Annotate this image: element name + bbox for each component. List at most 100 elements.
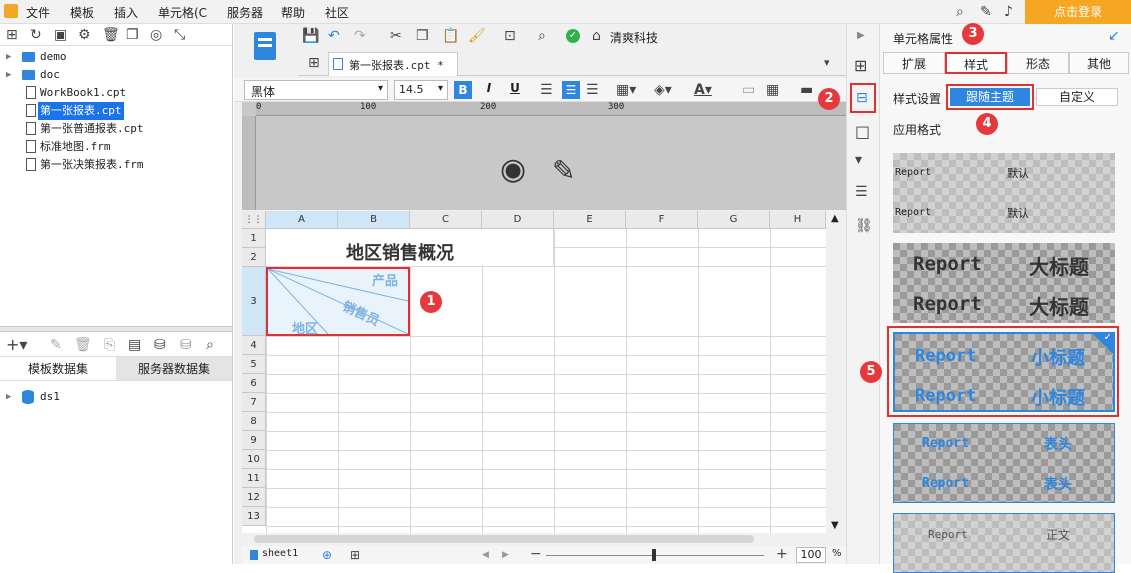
check-icon[interactable]: ✓ xyxy=(566,29,580,43)
tab-template-dataset[interactable]: 模板数据集 xyxy=(0,357,116,381)
bell-icon[interactable]: ♪ xyxy=(1004,4,1013,20)
tree-file-standard-map[interactable]: 标准地图.frm xyxy=(0,138,232,156)
tab-extend[interactable]: 扩展 xyxy=(883,52,945,74)
menu-cell[interactable]: 单元格(C xyxy=(158,4,207,21)
splitter[interactable] xyxy=(234,102,242,560)
menu-template[interactable]: 模板 xyxy=(70,4,94,21)
merge-icon[interactable]: ▭ xyxy=(742,82,755,98)
expand-icon[interactable]: ▶ xyxy=(6,388,11,406)
paste-icon[interactable]: 📋 xyxy=(442,28,459,44)
collapse-right-icon[interactable]: ▶ xyxy=(857,28,865,44)
condition-icon[interactable]: ☰ xyxy=(855,184,868,200)
row-header-6[interactable]: 6 xyxy=(242,374,266,393)
row-header-7[interactable]: 7 xyxy=(242,393,266,412)
zoom-out-icon[interactable]: − xyxy=(530,546,542,562)
column-header-c[interactable]: C xyxy=(410,211,482,229)
copy-icon[interactable]: ❐ xyxy=(126,27,139,43)
pin-icon[interactable]: ↙ xyxy=(1108,28,1120,44)
notes-icon[interactable]: ✎ xyxy=(980,4,992,20)
cut-icon[interactable]: ✂ xyxy=(390,28,402,44)
pencil-icon[interactable]: ✎ xyxy=(552,154,575,187)
hidden-eye-icon[interactable]: ◉ xyxy=(500,152,526,187)
prev-icon[interactable]: ◀ xyxy=(482,547,489,563)
collapse-icon[interactable]: ⤡ xyxy=(174,27,185,43)
cell-attr-icon[interactable]: ⊟ xyxy=(850,83,876,113)
row-header-2[interactable]: 2 xyxy=(242,248,266,267)
style-small-title[interactable]: Report 小标题 Report 小标题 ✓ xyxy=(893,332,1115,412)
row-header-12[interactable]: 12 xyxy=(242,488,266,507)
scroll-up-icon[interactable]: ▲ xyxy=(831,213,839,224)
table-icon[interactable]: ▦ xyxy=(766,82,779,98)
delete-icon[interactable]: 🗑 xyxy=(74,337,92,353)
column-header-a[interactable]: A xyxy=(266,211,338,229)
select-all-corner[interactable]: ⋮⋮ xyxy=(242,211,266,229)
underline-button[interactable]: U xyxy=(506,81,524,95)
save-icon[interactable]: 💾 xyxy=(302,28,319,44)
horizontal-scrollbar[interactable] xyxy=(242,533,826,545)
database-icon[interactable]: ⛁ xyxy=(154,337,166,353)
tab-server-dataset[interactable]: 服务器数据集 xyxy=(116,357,232,381)
tree-file-first-report[interactable]: 第一张报表.cpt xyxy=(0,102,232,120)
align-left-icon[interactable]: ☰ xyxy=(540,82,553,98)
add-report-icon[interactable]: ⊞ xyxy=(350,547,360,563)
product-icon[interactable]: ⌂ xyxy=(592,28,601,44)
cell-element-icon[interactable]: ⊞ xyxy=(854,58,867,74)
tab-form[interactable]: 形态 xyxy=(1007,52,1069,74)
undo-icon[interactable]: ↶ xyxy=(328,28,340,44)
row-header-8[interactable]: 8 xyxy=(242,412,266,431)
style-table-header[interactable]: Report 表头 Report 表头 xyxy=(893,423,1115,503)
custom-button[interactable]: 自定义 xyxy=(1036,88,1118,106)
format-brush-icon[interactable]: 🖌 xyxy=(468,28,486,44)
menu-server[interactable]: 服务器 xyxy=(227,4,263,21)
zoom-in-icon[interactable]: + xyxy=(776,546,788,562)
copy-icon[interactable]: ❐ xyxy=(416,28,429,44)
zoom-value[interactable]: 100 xyxy=(796,547,826,563)
column-header-e[interactable]: E xyxy=(554,211,626,229)
font-color-icon[interactable]: A▾ xyxy=(694,82,712,98)
style-default[interactable]: Report 默认 Report 默认 xyxy=(893,153,1115,233)
menu-insert[interactable]: 插入 xyxy=(114,4,138,21)
column-header-h[interactable]: H xyxy=(770,211,826,229)
panel-divider[interactable] xyxy=(0,326,232,332)
file-icon[interactable]: ▣ xyxy=(54,27,67,43)
menu-file[interactable]: 文件 xyxy=(26,4,50,21)
row-header-4[interactable]: 4 xyxy=(242,336,266,355)
column-header-g[interactable]: G xyxy=(698,211,770,229)
row-header-9[interactable]: 9 xyxy=(242,431,266,450)
follow-theme-button[interactable]: 跟随主题 xyxy=(950,88,1030,106)
menu-community[interactable]: 社区 xyxy=(325,4,349,21)
file-tab[interactable]: 第一张报表.cpt * xyxy=(328,52,458,76)
row-header-5[interactable]: 5 xyxy=(242,355,266,374)
column-header-f[interactable]: F xyxy=(626,211,698,229)
more-icon[interactable]: ▬ xyxy=(800,82,813,98)
expand-icon[interactable]: ▶ xyxy=(6,66,11,84)
column-header-d[interactable]: D xyxy=(482,211,554,229)
settings-icon[interactable]: ⚙ xyxy=(78,27,91,43)
locate-icon[interactable]: ◎ xyxy=(150,27,162,43)
sheet-tab[interactable]: sheet1 xyxy=(262,548,298,559)
scroll-thumb[interactable] xyxy=(254,535,754,543)
vertical-scrollbar[interactable]: ▲ ▼ xyxy=(826,211,846,533)
tree-folder-demo[interactable]: ▶ demo xyxy=(0,48,232,66)
tree-file-decision-report[interactable]: 第一张决策报表.frm xyxy=(0,156,232,174)
product-label[interactable]: 清爽科技 xyxy=(610,29,658,46)
add-dataset-icon[interactable]: +▾ xyxy=(6,337,27,353)
border-icon[interactable]: □ xyxy=(855,124,870,140)
tab-style[interactable]: 样式 xyxy=(945,52,1007,74)
next-icon[interactable]: ▶ xyxy=(502,547,509,563)
column-header-b[interactable]: B xyxy=(338,211,410,229)
database-config-icon[interactable]: ⛁ xyxy=(180,337,192,353)
bold-button[interactable]: B xyxy=(454,81,472,99)
edit-icon[interactable]: ✎ xyxy=(50,337,62,353)
login-button[interactable]: 点击登录 xyxy=(1025,0,1131,24)
refresh-icon[interactable]: ↻ xyxy=(30,27,42,43)
style-body-text[interactable]: Report 正文 xyxy=(893,513,1115,573)
add-sheet-icon[interactable]: ⊕ xyxy=(322,547,332,563)
tab-menu-icon[interactable]: ▾ xyxy=(824,55,830,71)
template-icon[interactable] xyxy=(244,28,286,68)
search-icon[interactable]: ⌕ xyxy=(206,337,214,353)
grid-icon[interactable]: ⊞ xyxy=(308,55,320,71)
italic-button[interactable]: I xyxy=(480,81,498,95)
fill-color-icon[interactable]: ◈▾ xyxy=(654,82,672,98)
title-cell[interactable]: 地区销售概况 xyxy=(266,229,554,267)
